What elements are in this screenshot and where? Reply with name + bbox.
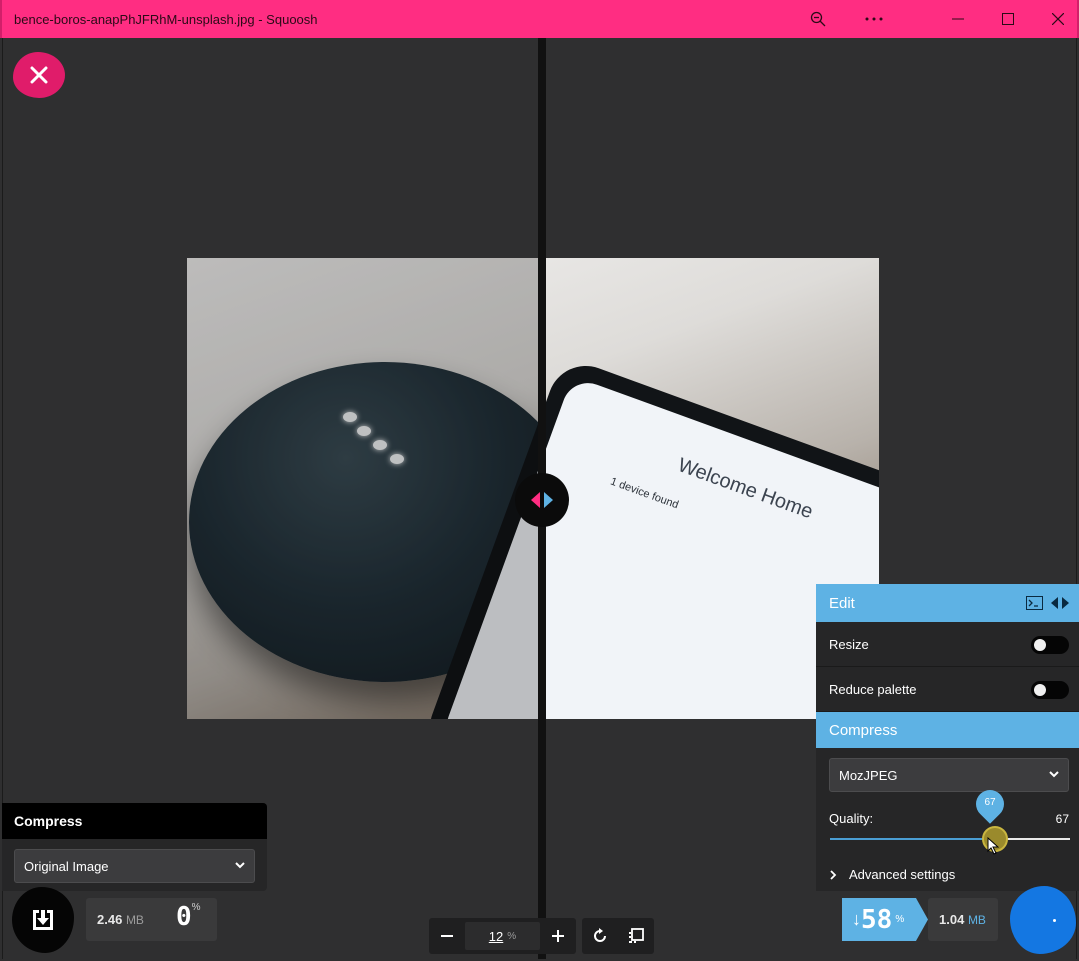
quality-slider-fill [830, 838, 991, 840]
original-size-unit: MB [125, 913, 144, 927]
zoom-in-button[interactable] [540, 918, 576, 954]
resize-toggle[interactable] [1031, 636, 1069, 654]
more-icon[interactable] [851, 0, 897, 38]
original-percent: 0% [176, 902, 201, 932]
reduce-palette-toggle-knob [1034, 684, 1046, 696]
codec-value: MozJPEG [839, 767, 898, 783]
left-compress-header: Compress [2, 803, 267, 839]
savings-arrow: ↓ [852, 909, 861, 929]
compress-header-label: Compress [829, 721, 898, 739]
right-options-panel: Edit Resize Reduce palette Compress MozJ… [816, 584, 1079, 891]
quality-label: Quality: [829, 811, 874, 826]
download-icon [33, 910, 53, 930]
original-size: 2.46 MB [97, 912, 144, 927]
resize-toggle-knob [1034, 639, 1046, 651]
savings-unit: % [895, 914, 905, 925]
compressed-size-unit: MB [967, 913, 986, 927]
terminal-icon[interactable] [1026, 596, 1043, 610]
left-codec-select[interactable]: Original Image [14, 849, 255, 883]
original-size-value: 2.46 [97, 912, 123, 927]
background-toggle-button[interactable] [618, 918, 654, 954]
window-title: bence-boros-anapPhJFRhM-unsplash.jpg - S… [14, 11, 318, 27]
loading-dot-icon [1052, 918, 1056, 922]
savings-value: 58 [861, 904, 893, 935]
x-icon [30, 66, 48, 84]
split-handle[interactable] [515, 473, 569, 527]
zoom-out-button[interactable] [429, 918, 465, 954]
checkerboard-icon [629, 928, 644, 943]
left-side-shade [187, 258, 543, 719]
rotate-button[interactable] [582, 918, 618, 954]
phone-welcome-text: Welcome Home [674, 454, 816, 524]
quality-slider[interactable] [830, 826, 1070, 852]
phone-found-text: 1 device found [608, 475, 681, 512]
edit-header: Edit [816, 584, 1079, 622]
mouse-cursor-icon [987, 837, 999, 855]
close-icon[interactable] [1035, 0, 1079, 38]
original-percent-unit: % [191, 902, 201, 913]
zoom-value: 12 [488, 928, 504, 944]
rotate-icon [594, 928, 606, 942]
original-percent-value: 0 [176, 902, 192, 932]
original-size-box: 2.46 MB 0% [86, 898, 217, 941]
advanced-settings-label: Advanced settings [849, 867, 956, 882]
compressed-size-box: 1.04 MB [928, 898, 998, 941]
view-toolbar [582, 918, 654, 954]
chevron-right-icon [830, 869, 837, 880]
title-bar: bence-boros-anapPhJFRhM-unsplash.jpg - S… [0, 0, 1079, 38]
reduce-palette-label: Reduce palette [829, 681, 917, 697]
download-compressed-button[interactable] [1010, 886, 1076, 954]
quality-value: 67 [1055, 812, 1069, 826]
chevron-down-icon [235, 862, 245, 869]
back-button[interactable] [13, 52, 65, 98]
left-codec-value: Original Image [24, 858, 109, 874]
download-original-button[interactable] [12, 887, 74, 953]
copy-settings-icon[interactable] [1050, 596, 1070, 610]
zoom-icon[interactable] [795, 0, 841, 38]
compress-header: Compress [816, 712, 1079, 748]
codec-select[interactable]: MozJPEG [829, 758, 1069, 792]
split-arrows-icon [531, 492, 553, 508]
resize-label: Resize [829, 636, 869, 652]
chevron-down-icon [1049, 771, 1059, 778]
savings-badge: ↓ 58% [842, 898, 928, 941]
compressed-size: 1.04 MB [939, 912, 986, 927]
left-options-panel: Compress Original Image [2, 803, 267, 891]
minus-icon [440, 935, 453, 937]
compressed-size-value: 1.04 [939, 912, 965, 927]
resize-row[interactable]: Resize [816, 622, 1079, 667]
advanced-settings-toggle[interactable]: Advanced settings [829, 867, 955, 882]
reduce-palette-row[interactable]: Reduce palette [816, 667, 1079, 712]
minimize-icon[interactable] [935, 0, 981, 38]
zoom-toolbar: 12 % [429, 918, 576, 954]
quality-pin-label: 67 [984, 797, 996, 808]
reduce-palette-toggle[interactable] [1031, 681, 1069, 699]
plus-icon [552, 930, 565, 942]
zoom-input[interactable]: 12 % [464, 922, 541, 950]
edit-header-label: Edit [829, 594, 855, 612]
maximize-icon[interactable] [985, 0, 1031, 38]
zoom-unit: % [507, 930, 517, 942]
